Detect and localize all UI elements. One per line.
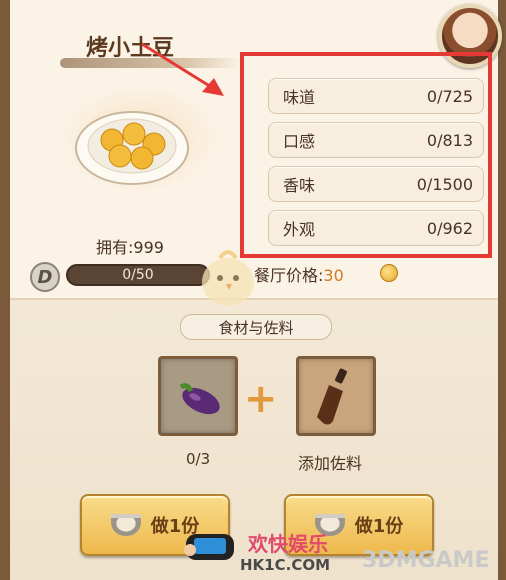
stat-appearance: 外观 0/962 bbox=[268, 210, 484, 246]
stat-label: 味道 bbox=[283, 88, 316, 107]
progress-bar: 0/50 bbox=[66, 264, 210, 286]
grade-badge: D bbox=[30, 262, 60, 292]
watermark-text: 欢快娱乐 bbox=[248, 532, 328, 556]
stat-value: 0/962 bbox=[426, 218, 473, 238]
ingredients-section-title: 食材与佐料 bbox=[180, 314, 332, 340]
sauce-slot[interactable] bbox=[296, 356, 376, 436]
ingredient-count: 0/3 bbox=[186, 450, 211, 468]
watermark-url: HK1C.COM bbox=[240, 556, 331, 574]
eggplant-icon bbox=[179, 383, 220, 415]
restaurant-price: 餐厅价格:30 bbox=[254, 262, 344, 286]
stat-label: 外观 bbox=[283, 220, 316, 239]
stat-texture: 口感 0/813 bbox=[268, 122, 484, 158]
progress-text: 0/50 bbox=[122, 267, 154, 283]
stat-label: 口感 bbox=[283, 132, 316, 151]
stat-aroma: 香味 0/1500 bbox=[268, 166, 484, 202]
owned-count: 拥有:999 bbox=[96, 238, 164, 257]
stat-value: 0/1500 bbox=[416, 174, 473, 194]
soy-sauce-bottle-icon bbox=[317, 368, 347, 425]
ingredient-slot[interactable] bbox=[158, 356, 238, 436]
stat-label: 香味 bbox=[283, 176, 316, 195]
add-sauce-label: 添加佐料 bbox=[298, 454, 363, 473]
roast-potato-dish-icon bbox=[75, 111, 189, 185]
gamepad-watermark-icon bbox=[184, 534, 234, 560]
price-label: 餐厅价格: bbox=[254, 266, 324, 285]
cook-button-label: 做1份 bbox=[354, 516, 404, 537]
plus-sign: + bbox=[244, 376, 278, 422]
coin-icon bbox=[380, 264, 398, 282]
stat-value: 0/725 bbox=[426, 86, 473, 106]
stat-value: 0/813 bbox=[426, 130, 473, 150]
price-value: 30 bbox=[323, 266, 344, 285]
watermark-brand: 3DMGAME bbox=[362, 548, 490, 573]
stat-taste: 味道 0/725 bbox=[268, 78, 484, 114]
pot-icon bbox=[110, 514, 141, 536]
